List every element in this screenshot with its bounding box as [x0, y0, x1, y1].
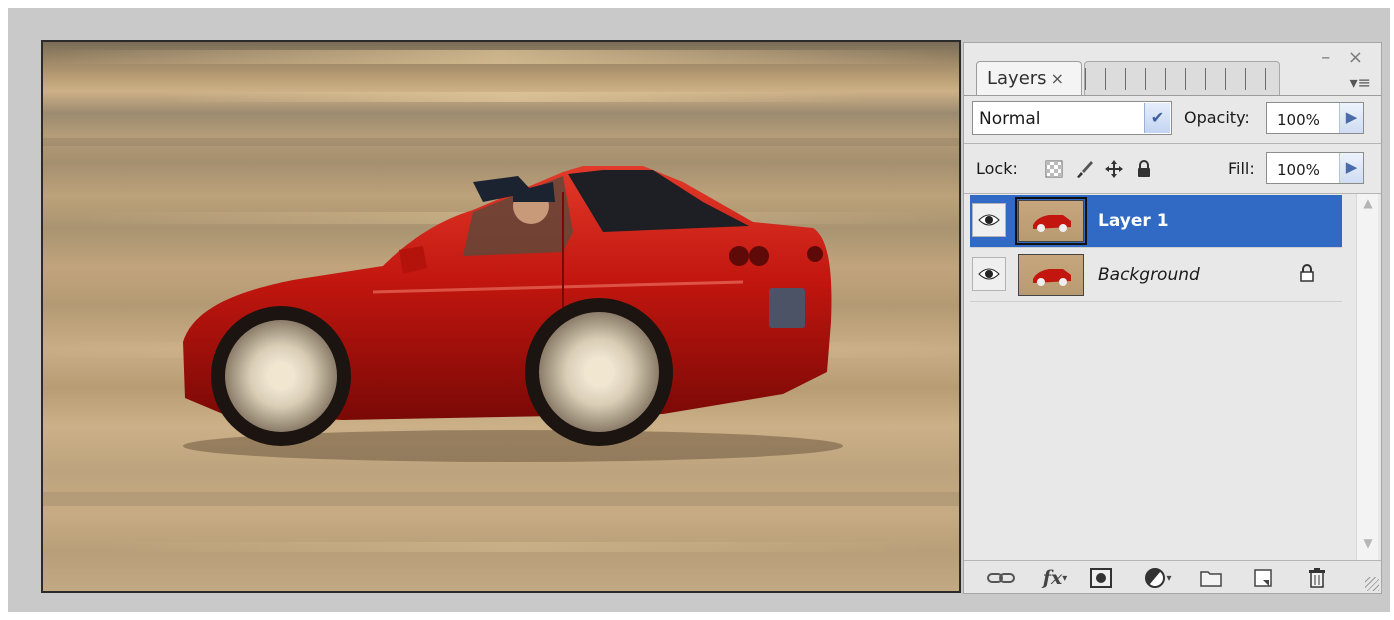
layers-panel: – × Layers × ▾≡ Normal ✔ Opacity: 100% ▶ …: [963, 42, 1382, 594]
blend-row: Normal ✔ Opacity: 100% ▶: [972, 101, 1374, 137]
tab-divider: [964, 95, 1381, 96]
folder-icon[interactable]: [1198, 567, 1224, 589]
layer-lock-icon: [1300, 264, 1314, 282]
separator: [964, 193, 1381, 194]
fill-label: Fill:: [1228, 159, 1255, 178]
mask-icon[interactable]: [1088, 567, 1114, 589]
layer-row-background[interactable]: Background: [970, 249, 1342, 301]
fx-text: fx: [1042, 567, 1063, 589]
separator: [970, 301, 1342, 302]
lock-pixels-brush-icon[interactable]: [1074, 159, 1094, 179]
tab-close-icon[interactable]: ×: [1051, 69, 1064, 88]
layer-thumbnail[interactable]: [1015, 197, 1087, 245]
tab-layers[interactable]: Layers ×: [976, 61, 1082, 95]
lock-icons-group: [1044, 159, 1154, 179]
fill-field[interactable]: 100% ▶: [1266, 152, 1364, 184]
canvas-image: [43, 50, 959, 552]
new-layer-icon[interactable]: [1250, 567, 1276, 589]
panel-menu-icon[interactable]: ▾≡: [1350, 73, 1371, 92]
visibility-eye-icon[interactable]: [972, 203, 1006, 237]
trash-icon[interactable]: [1304, 567, 1330, 589]
chevron-down-icon[interactable]: ✔: [1144, 103, 1170, 133]
layers-bottom-toolbar: fx ▾ ▾: [964, 560, 1381, 593]
fx-icon[interactable]: fx ▾: [1036, 567, 1074, 589]
adjustment-icon[interactable]: ▾: [1140, 567, 1176, 589]
link-icon[interactable]: [986, 567, 1016, 589]
blend-mode-value: Normal: [979, 109, 1041, 129]
opacity-slider-arrow-icon[interactable]: ▶: [1339, 103, 1363, 133]
separator: [970, 247, 1342, 248]
opacity-label: Opacity:: [1184, 108, 1250, 127]
lock-all-padlock-icon[interactable]: [1134, 159, 1154, 179]
tab-layers-label: Layers: [987, 68, 1047, 89]
lock-transparency-icon[interactable]: [1044, 159, 1064, 179]
document-canvas[interactable]: [41, 40, 961, 593]
fill-slider-arrow-icon[interactable]: ▶: [1339, 153, 1363, 183]
resize-grip-icon[interactable]: [1365, 577, 1379, 591]
layer-name[interactable]: Background: [1098, 265, 1200, 285]
lock-position-move-icon[interactable]: [1104, 159, 1124, 179]
layer-name[interactable]: Layer 1: [1098, 211, 1169, 231]
lock-label: Lock:: [976, 159, 1018, 178]
visibility-eye-icon[interactable]: [972, 257, 1006, 291]
layer-thumbnail[interactable]: [1018, 254, 1084, 296]
layer-row-layer-1[interactable]: Layer 1: [970, 195, 1342, 247]
layers-scrollbar[interactable]: ▲ ▼: [1356, 194, 1378, 560]
opacity-field[interactable]: 100% ▶: [1266, 102, 1364, 134]
blend-mode-select[interactable]: Normal ✔: [972, 101, 1172, 135]
collapsed-tabs-ruler: [1084, 61, 1280, 95]
fill-value: 100%: [1277, 161, 1320, 179]
separator: [964, 143, 1381, 144]
scroll-down-icon[interactable]: ▼: [1358, 536, 1378, 558]
opacity-value: 100%: [1277, 111, 1320, 129]
scroll-up-icon[interactable]: ▲: [1358, 196, 1378, 218]
panel-tabstrip: Layers ×: [972, 61, 1374, 95]
